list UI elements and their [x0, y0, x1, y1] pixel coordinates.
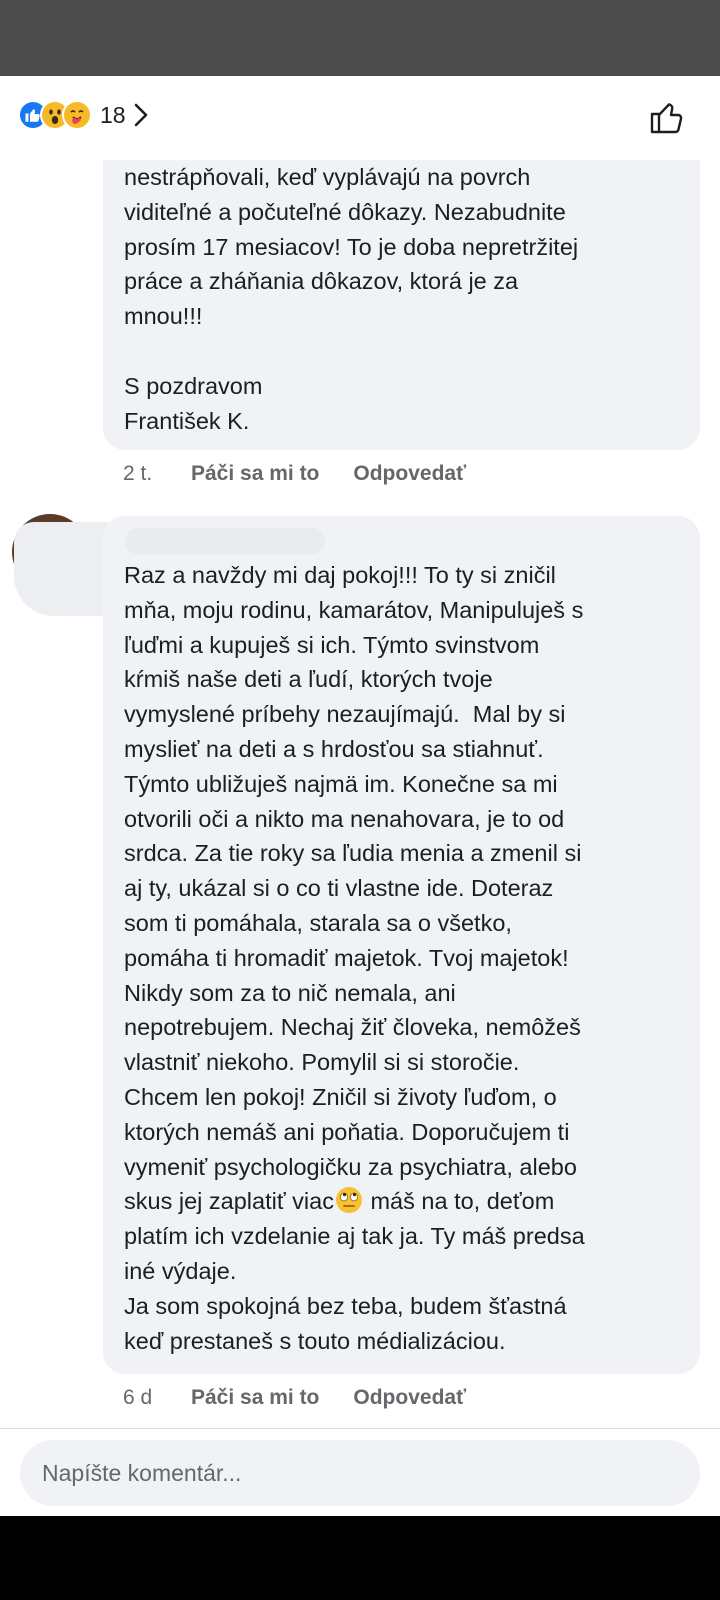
like-button[interactable]: Páči sa mi to [191, 1386, 319, 1410]
comment-composer[interactable] [20, 1440, 700, 1506]
navigation-bar [0, 1516, 720, 1600]
reactions-summary[interactable]: 18 [18, 98, 148, 132]
comment-text-part: Raz a navždy mi daj pokoj!!! To ty si zn… [124, 562, 584, 1215]
reactions-header: 18 [0, 76, 720, 160]
like-button[interactable]: Páči sa mi to [191, 462, 319, 486]
reaction-count: 18 [100, 101, 126, 128]
comment-text: Raz a navždy mi daj pokoj!!! To ty si zn… [124, 558, 694, 1358]
comment-time[interactable]: 6 d [123, 1386, 191, 1410]
status-bar [0, 0, 720, 76]
comment-bubble: Raz a navždy mi daj pokoj!!! To ty si zn… [103, 516, 700, 1374]
chevron-right-icon[interactable] [134, 103, 148, 127]
comment-bubble: nestrápňovali, keď vyplávajú na povrch v… [103, 160, 700, 450]
comment-actions: 6 d Páči sa mi to Odpovedať [123, 1386, 466, 1410]
divider [0, 1428, 720, 1429]
eye-roll-emoji-icon [334, 1185, 364, 1215]
comment-actions: 2 t. Páči sa mi to Odpovedať [123, 462, 466, 486]
reply-button[interactable]: Odpovedať [353, 462, 466, 486]
comment-time[interactable]: 2 t. [123, 462, 191, 486]
comment-input[interactable] [42, 1440, 682, 1506]
care-reaction-icon [62, 100, 92, 130]
reply-button[interactable]: Odpovedať [353, 1386, 466, 1410]
like-outline-icon[interactable] [648, 98, 686, 136]
comment-text: nestrápňovali, keď vyplávajú na povrch v… [124, 164, 579, 434]
redacted-author-name [125, 528, 325, 554]
